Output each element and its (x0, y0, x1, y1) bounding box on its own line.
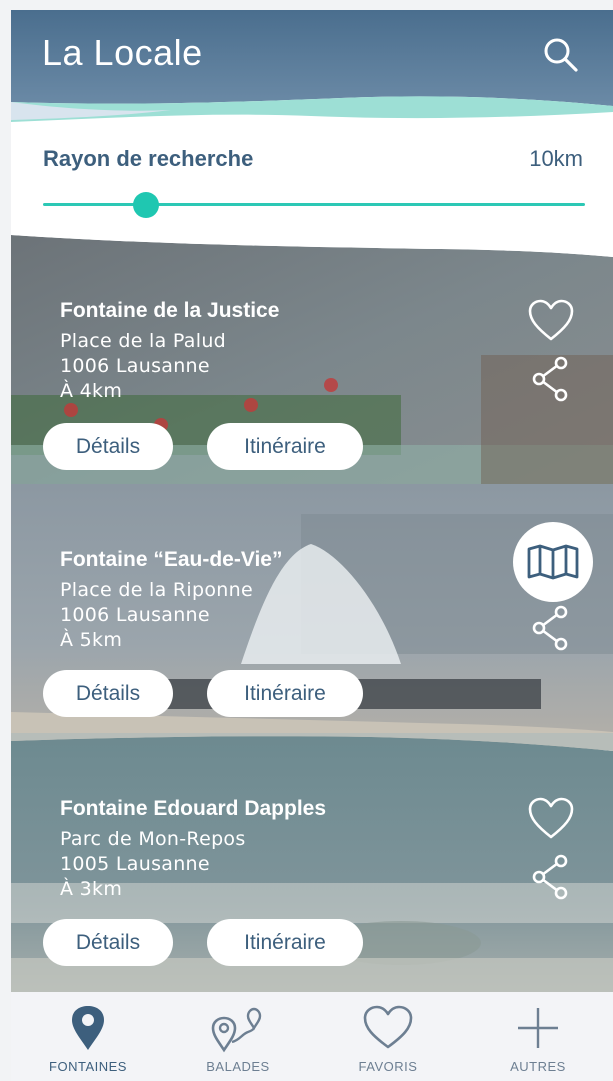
heart-icon (528, 797, 574, 839)
app-header: La Locale (11, 10, 613, 130)
nav-label: FAVORIS (358, 1059, 418, 1074)
share-icon (532, 605, 568, 651)
nav-item-autres[interactable]: AUTRES (463, 992, 613, 1081)
location-pin-icon (72, 1006, 104, 1050)
nav-label: AUTRES (510, 1059, 566, 1074)
heart-icon (528, 299, 574, 341)
fountain-city: 1006 Lausanne (60, 355, 210, 377)
details-button[interactable]: Détails (43, 670, 173, 717)
fountain-title: Fontaine Edouard Dapples (60, 797, 327, 820)
slider-track (43, 203, 585, 206)
share-icon (532, 854, 568, 900)
radius-label: Rayon de recherche (43, 146, 254, 171)
share-button[interactable] (531, 605, 571, 656)
app-root: La Locale Rayon de recherche 10km Fontai… (0, 0, 613, 1081)
details-button[interactable]: Détails (43, 423, 173, 470)
favorite-button[interactable] (527, 298, 575, 347)
fountain-place: Place de la Palud (60, 330, 227, 352)
favorite-button[interactable] (527, 796, 575, 845)
fountain-place: Parc de Mon-Repos (60, 828, 246, 850)
details-button[interactable]: Détails (43, 919, 173, 966)
fountain-card: Fontaine Edouard Dapples Parc de Mon-Rep… (11, 733, 613, 999)
app-logo: La Locale (42, 32, 203, 73)
fountain-distance: À 5km (60, 629, 123, 651)
fountain-city: 1005 Lausanne (60, 853, 210, 875)
nav-item-favoris[interactable]: FAVORIS (313, 992, 463, 1081)
radius-slider[interactable] (43, 190, 585, 220)
search-button[interactable] (541, 35, 581, 75)
fountain-title: Fontaine “Eau-de-Vie” (60, 548, 283, 571)
share-button[interactable] (531, 854, 571, 905)
route-button[interactable]: Itinéraire (207, 423, 363, 470)
fountain-card: Fontaine “Eau-de-Vie” Place de la Riponn… (11, 484, 613, 750)
fountain-place: Place de la Riponne (60, 579, 253, 601)
map-icon (513, 522, 593, 602)
route-button[interactable]: Itinéraire (207, 919, 363, 966)
nav-item-balades[interactable]: BALADES (163, 992, 313, 1081)
bottom-nav: FONTAINES BALADES FAVORIS AUTRES (11, 992, 613, 1081)
plus-icon (518, 1008, 558, 1048)
search-icon (544, 38, 578, 72)
fountain-title: Fontaine de la Justice (60, 299, 280, 322)
fountain-distance: À 3km (60, 878, 123, 900)
heart-icon (363, 1005, 413, 1049)
nav-item-fontaines[interactable]: FONTAINES (13, 992, 163, 1081)
fountain-card: Fontaine de la Justice Place de la Palud… (11, 235, 613, 501)
slider-thumb[interactable] (132, 192, 159, 218)
map-view-button[interactable] (512, 521, 594, 608)
fountain-city: 1006 Lausanne (60, 604, 210, 626)
route-button[interactable]: Itinéraire (207, 670, 363, 717)
route-icon (211, 1007, 262, 1053)
share-button[interactable] (531, 356, 571, 407)
phone-screen: La Locale Rayon de recherche 10km Fontai… (11, 10, 613, 1081)
nav-label: FONTAINES (49, 1059, 127, 1074)
radius-value: 10km (529, 146, 583, 171)
nav-label: BALADES (206, 1059, 270, 1074)
fountain-distance: À 4km (60, 380, 123, 402)
share-icon (532, 356, 568, 402)
